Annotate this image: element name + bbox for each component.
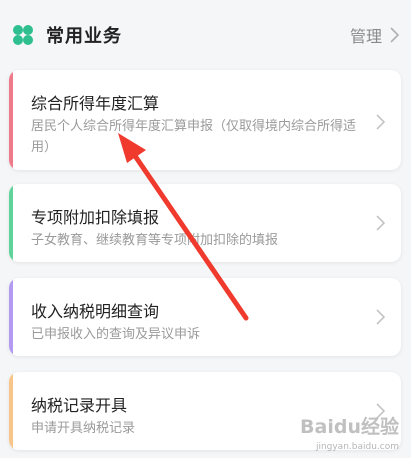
manage-label: 管理 (349, 27, 382, 46)
card-description: 已申报收入的查询及异议申诉 (31, 327, 201, 342)
clover-icon (13, 25, 33, 45)
chevron-right-icon (376, 309, 385, 325)
accent-bar (9, 184, 13, 262)
service-card-income-query[interactable]: 收入纳税明细查询 已申报收入的查询及异议申诉 (9, 278, 401, 356)
chevron-right-icon (376, 114, 385, 130)
card-description: 子女教育、继续教育等专项附加扣除的填报 (31, 233, 279, 248)
watermark: Baidu经验 jingyan.baidu.com (283, 412, 401, 452)
watermark-brand: Baidu经验 (300, 416, 399, 438)
manage-button[interactable]: 管理 (350, 23, 399, 47)
section-header: 常用业务 管理 (0, 0, 411, 70)
section-title: 常用业务 (46, 26, 122, 47)
accent-bar (9, 372, 13, 450)
card-title: 专项附加扣除填报 (31, 208, 160, 227)
card-title: 收入纳税明细查询 (31, 302, 160, 321)
card-title: 综合所得年度汇算 (31, 94, 160, 113)
service-card-annual-settlement[interactable]: 综合所得年度汇算 居民个人综合所得年度汇算申报（仅取得境内综合所得适用） (9, 70, 401, 170)
card-title: 纳税记录开具 (31, 396, 128, 415)
card-description: 居民个人综合所得年度汇算申报（仅取得境内综合所得适用） (31, 119, 357, 155)
chevron-right-icon (376, 215, 385, 231)
accent-bar (9, 70, 13, 170)
chevron-right-icon (390, 27, 399, 43)
service-card-special-deduction[interactable]: 专项附加扣除填报 子女教育、继续教育等专项附加扣除的填报 (9, 184, 401, 262)
watermark-url: jingyan.baidu.com (315, 442, 399, 452)
accent-bar (9, 278, 13, 356)
